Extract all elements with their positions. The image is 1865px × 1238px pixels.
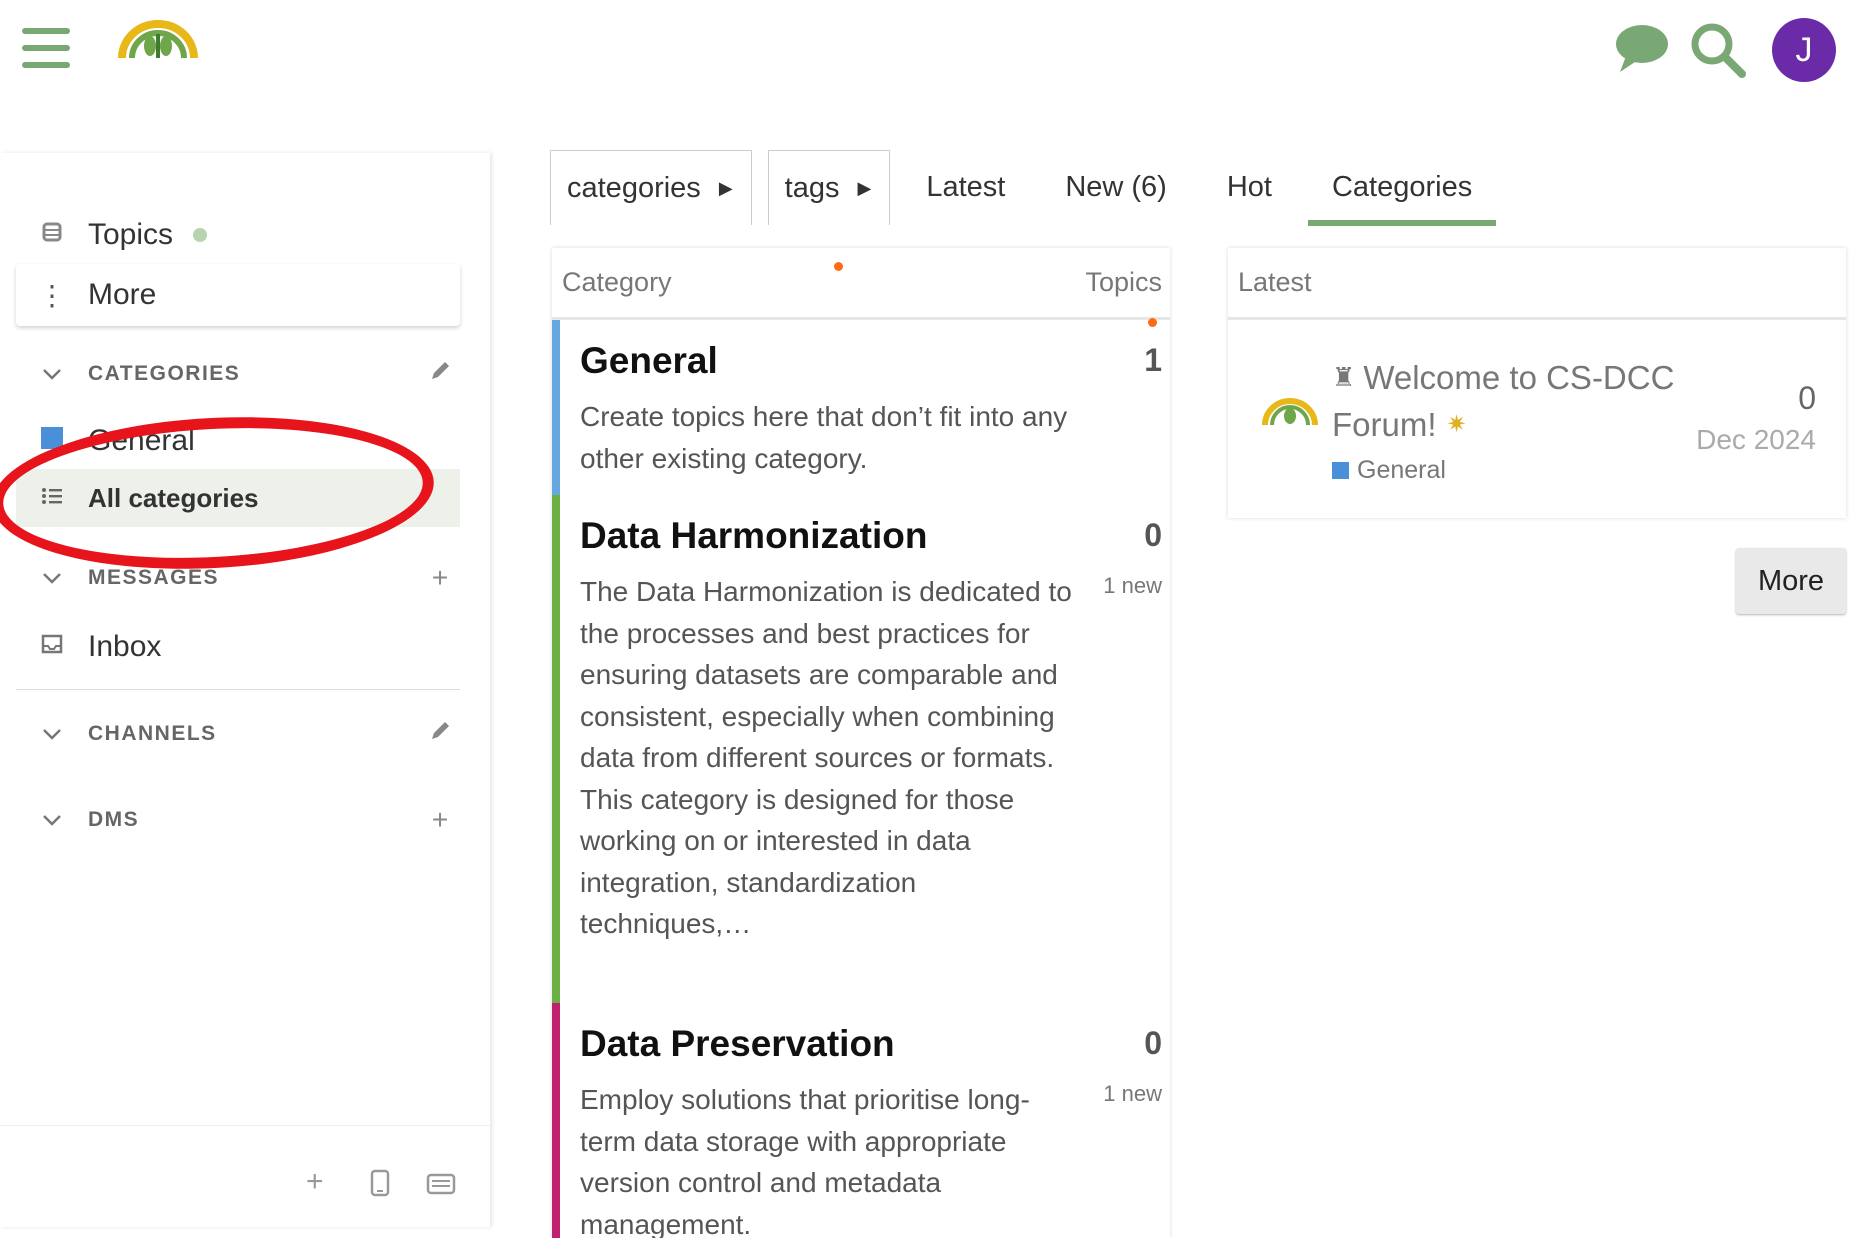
chat-icon[interactable]: [1612, 22, 1672, 74]
categories-dropdown[interactable]: categories ▶: [550, 150, 752, 225]
unread-dot: [193, 228, 208, 242]
dropdown-label: tags: [784, 171, 840, 204]
sidebar-item-topics[interactable]: Topics: [16, 209, 460, 261]
sidebar-item-label: All categories: [88, 482, 259, 513]
keyboard-icon[interactable]: [426, 1173, 456, 1200]
confetti-emoji-icon: ✷: [1446, 411, 1467, 438]
chevron-down-icon: [16, 721, 88, 747]
forum-logo-icon[interactable]: [118, 18, 198, 60]
mobile-device-icon[interactable]: [370, 1169, 390, 1202]
sidebar-section-messages[interactable]: MESSAGES +: [16, 553, 460, 603]
vertical-ellipsis-icon: ⋮: [38, 279, 66, 311]
sidebar: Topics ⋮ More CATEGORIES General All cat…: [0, 153, 490, 1227]
plus-icon[interactable]: +: [420, 562, 460, 594]
table-header: Category Topics: [552, 248, 1170, 320]
topic-count: 0: [1144, 1025, 1162, 1061]
chevron-down-icon: [16, 361, 88, 387]
column-header-category[interactable]: Category: [562, 267, 672, 298]
section-title: CHANNELS: [88, 722, 217, 745]
section-title: CATEGORIES: [88, 362, 241, 385]
sidebar-item-more[interactable]: ⋮ More: [16, 264, 460, 326]
topic-count: 1: [1144, 342, 1162, 378]
tab-categories[interactable]: Categories: [1307, 150, 1497, 226]
sidebar-section-dms[interactable]: DMS +: [16, 795, 460, 845]
caret-right-icon: ▶: [718, 177, 733, 198]
sidebar-item-inbox[interactable]: Inbox: [16, 619, 460, 675]
topic-title-line1: Welcome to CS-DCC: [1363, 359, 1675, 396]
category-name[interactable]: Data Harmonization: [580, 515, 1160, 557]
plus-icon[interactable]: +: [420, 804, 460, 836]
hamburger-menu-button[interactable]: [22, 28, 70, 72]
sidebar-item-label: More: [88, 278, 157, 311]
topic-count: 0: [1144, 517, 1162, 553]
sidebar-item-general[interactable]: General: [16, 415, 460, 467]
category-name[interactable]: General: [580, 340, 1160, 382]
category-square-icon: [16, 427, 88, 455]
topics-icon: [16, 221, 88, 249]
search-icon[interactable]: [1688, 20, 1748, 80]
column-header-topics[interactable]: Topics: [1085, 267, 1162, 298]
inbox-icon: [16, 634, 88, 660]
topic-date[interactable]: Dec 2024: [1696, 424, 1816, 456]
topic-title-line2: Forum!: [1332, 406, 1437, 443]
new-indicator-dot: [834, 262, 843, 271]
latest-panel: Latest ♜ Welcome to CS-DCC Forum! ✷ Gene…: [1228, 248, 1846, 518]
category-description: Create topics here that don’t fit into a…: [580, 401, 1068, 474]
category-description: Employ solutions that prioritise long-te…: [580, 1084, 1030, 1238]
tab-hot[interactable]: Hot: [1203, 150, 1296, 225]
categories-table: Category Topics General Create topics he…: [552, 248, 1170, 1238]
tags-dropdown[interactable]: tags ▶: [767, 150, 891, 225]
section-title: DMS: [88, 808, 140, 831]
category-row-general[interactable]: General Create topics here that don’t fi…: [552, 320, 1170, 495]
category-square-icon: [1332, 462, 1349, 479]
pencil-icon[interactable]: [420, 358, 460, 390]
user-avatar[interactable]: J: [1772, 18, 1836, 82]
topic-reply-count: 0: [1798, 380, 1816, 416]
sidebar-item-label: Topics: [88, 218, 174, 251]
list-icon: [16, 485, 88, 511]
pin-icon: ♜: [1332, 362, 1356, 392]
sidebar-section-channels[interactable]: CHANNELS: [16, 709, 460, 759]
category-row-data-harmonization[interactable]: Data Harmonization The Data Harmonizatio…: [552, 495, 1170, 1003]
new-topics-count[interactable]: 1 new: [1103, 1081, 1162, 1107]
sidebar-footer-divider: [0, 1125, 490, 1126]
sidebar-item-label: Inbox: [88, 630, 162, 663]
new-topics-count[interactable]: 1 new: [1103, 573, 1162, 599]
category-description: The Data Harmonization is dedicated to t…: [580, 576, 1072, 939]
caret-right-icon: ▶: [857, 177, 872, 198]
section-title: MESSAGES: [88, 566, 220, 589]
category-row-data-preservation[interactable]: Data Preservation Employ solutions that …: [552, 1003, 1170, 1238]
sidebar-section-categories[interactable]: CATEGORIES: [16, 349, 460, 399]
sidebar-item-all-categories[interactable]: All categories: [16, 469, 460, 527]
chevron-down-icon: [16, 565, 88, 591]
latest-heading: Latest: [1228, 248, 1846, 320]
category-name[interactable]: Data Preservation: [580, 1023, 1160, 1065]
sidebar-item-label: General: [88, 424, 195, 457]
more-button[interactable]: More: [1736, 548, 1846, 614]
sidebar-divider: [16, 689, 460, 690]
category-badge-label: General: [1357, 456, 1446, 484]
tab-latest[interactable]: Latest: [902, 150, 1029, 225]
topic-poster-avatar[interactable]: [1262, 396, 1318, 431]
topic-category-badge[interactable]: General: [1332, 456, 1446, 485]
plus-icon[interactable]: +: [306, 1165, 324, 1199]
tab-new[interactable]: New (6): [1041, 150, 1191, 225]
chevron-down-icon: [16, 807, 88, 833]
dropdown-label: categories: [567, 171, 701, 204]
navigation-bar: categories ▶ tags ▶ Latest New (6) Hot C…: [550, 150, 1497, 226]
pencil-icon[interactable]: [420, 718, 460, 750]
topic-title-link[interactable]: ♜ Welcome to CS-DCC Forum! ✷: [1332, 354, 1674, 448]
